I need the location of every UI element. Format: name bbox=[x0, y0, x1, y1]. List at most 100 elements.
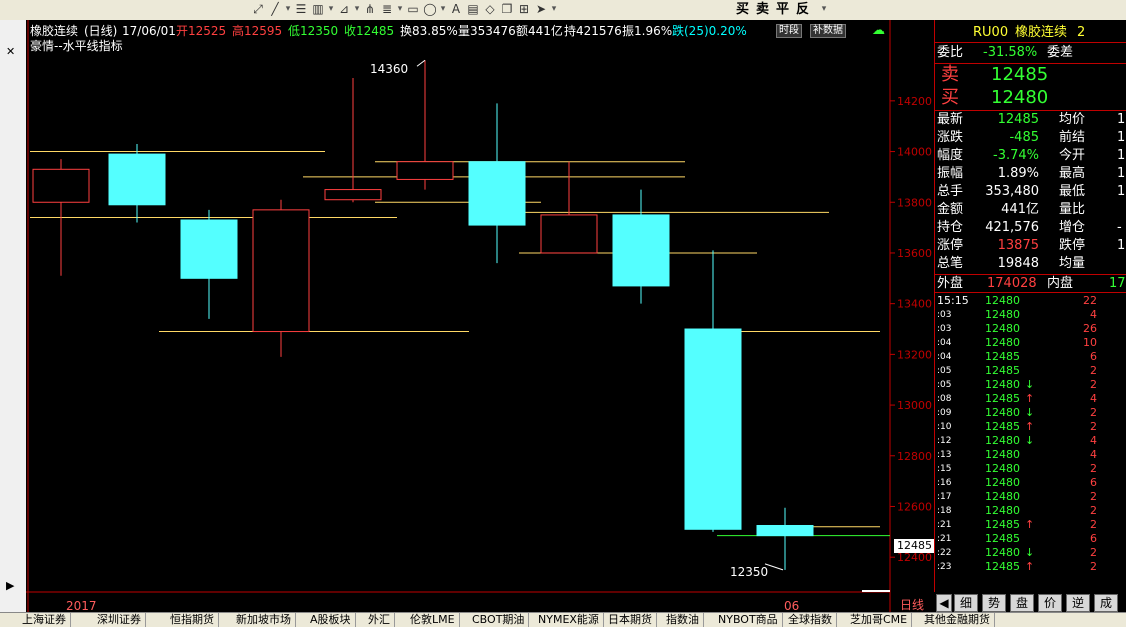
y-tick-label: 13400 bbox=[897, 298, 932, 311]
market-tab-12[interactable]: 全球指数 bbox=[784, 613, 837, 627]
tick-arrow-icon: ↓ bbox=[1025, 378, 1035, 391]
line-icon[interactable]: ╱ bbox=[267, 1, 283, 17]
supplement-data-button[interactable]: 补数据 bbox=[810, 24, 846, 38]
quote-row-label-2: 均量 bbox=[1059, 256, 1086, 271]
quote-row-value: -485 bbox=[1009, 130, 1039, 145]
quote-row-value-2: 1 bbox=[1117, 112, 1126, 127]
market-tab-11[interactable]: NYBOT商品 bbox=[714, 613, 783, 627]
quote-name: 橡胶连续 bbox=[1015, 25, 1068, 40]
quote-row-label: 持仓 bbox=[937, 220, 964, 235]
trade-button-2[interactable]: 平 bbox=[776, 0, 789, 20]
market-tab-5[interactable]: 外汇 bbox=[364, 613, 395, 627]
close-icon[interactable]: ✕ bbox=[6, 46, 18, 58]
buy-label: 买 bbox=[941, 87, 959, 108]
outer-value: 174028 bbox=[987, 276, 1037, 291]
fib-icon[interactable]: ≣ bbox=[379, 1, 395, 17]
refresh-icon[interactable]: ☁ bbox=[872, 23, 885, 38]
market-tab-9[interactable]: 日本期货 bbox=[604, 613, 657, 627]
tick-arrow-icon: ↑ bbox=[1025, 518, 1035, 531]
quote-tab-5[interactable]: 成 bbox=[1094, 594, 1118, 612]
buy-price: 12480 bbox=[991, 87, 1049, 108]
tick-price: 12480 bbox=[985, 490, 1020, 503]
circle-icon[interactable]: ◯ bbox=[422, 1, 438, 17]
timeshare-button[interactable]: 时段 bbox=[776, 24, 802, 38]
indicator-name: 豪情--水平线指标 bbox=[30, 39, 123, 53]
tick-volume: 4 bbox=[1090, 308, 1097, 321]
market-tab-2[interactable]: 恒指期货 bbox=[166, 613, 219, 627]
amplitude-value: 振1.96% bbox=[622, 24, 673, 38]
market-tab-6[interactable]: 伦敦LME bbox=[406, 613, 460, 627]
close-value: 收12485 bbox=[344, 24, 395, 38]
dropdown-arrow-icon[interactable]: ▾ bbox=[439, 2, 447, 16]
text-a-icon[interactable]: A bbox=[448, 1, 464, 17]
eraser-icon[interactable]: ◇ bbox=[482, 1, 498, 17]
tick-time: :08 bbox=[937, 394, 952, 404]
trade-button-0[interactable]: 买 bbox=[736, 0, 749, 20]
collapse-arrow-icon[interactable]: ▶ bbox=[6, 580, 18, 592]
left-strip: ✕ ▶ bbox=[0, 20, 27, 612]
market-tab-10[interactable]: 指数油 bbox=[662, 613, 704, 627]
quote-row-value: 353,480 bbox=[985, 184, 1039, 199]
dropdown-arrow-icon[interactable]: ▾ bbox=[550, 2, 558, 16]
copy-icon[interactable]: ❐ bbox=[499, 1, 515, 17]
toolbar-more-icon[interactable]: ▾ bbox=[820, 2, 828, 16]
tick-time: :12 bbox=[937, 436, 952, 446]
quote-row-label: 振幅 bbox=[937, 166, 964, 181]
tab-scroll-left-icon[interactable]: ◀ bbox=[936, 594, 952, 612]
y-tick-label: 13000 bbox=[897, 399, 932, 412]
candle-body bbox=[756, 524, 814, 537]
tick-volume: 6 bbox=[1090, 532, 1097, 545]
tick-time: :09 bbox=[937, 408, 952, 418]
trade-button-1[interactable]: 卖 bbox=[756, 0, 769, 20]
market-tab-8[interactable]: NYMEX能源 bbox=[534, 613, 604, 627]
market-tab-1[interactable]: 深圳证券 bbox=[93, 613, 146, 627]
level-icon[interactable]: ⊿ bbox=[336, 1, 352, 17]
market-tab-0[interactable]: 上海证券 bbox=[18, 613, 71, 627]
dropdown-arrow-icon[interactable]: ▾ bbox=[396, 2, 404, 16]
market-tab-4[interactable]: A股板块 bbox=[306, 613, 356, 627]
quote-tab-0[interactable]: 细 bbox=[954, 594, 978, 612]
tick-time: :23 bbox=[937, 562, 952, 572]
tick-time: :15 bbox=[937, 464, 952, 474]
trade-button-3[interactable]: 反 bbox=[796, 0, 809, 20]
dropdown-arrow-icon[interactable]: ▾ bbox=[353, 2, 361, 16]
market-tab-14[interactable]: 其他金融期货 bbox=[920, 613, 995, 627]
quote-tab-2[interactable]: 盘 bbox=[1010, 594, 1034, 612]
quote-row-value-2: 1 bbox=[1117, 148, 1126, 163]
market-tab-7[interactable]: CBOT期油 bbox=[468, 613, 530, 627]
tick-time: :21 bbox=[937, 534, 952, 544]
quote-tab-3[interactable]: 价 bbox=[1038, 594, 1062, 612]
grid-icon[interactable]: ⊞ bbox=[516, 1, 532, 17]
open-value: 开12525 bbox=[176, 24, 227, 38]
column-icon[interactable]: ▥ bbox=[310, 1, 326, 17]
tick-price: 12480 bbox=[985, 546, 1020, 559]
tick-time: :18 bbox=[937, 506, 952, 516]
quote-row-label: 总笔 bbox=[937, 256, 964, 271]
dropdown-arrow-icon[interactable]: ▾ bbox=[284, 2, 292, 16]
candle-body bbox=[396, 161, 454, 180]
arrow-icon[interactable]: ➤ bbox=[533, 1, 549, 17]
market-tab-3[interactable]: 新加坡市场 bbox=[232, 613, 296, 627]
volume-value: 量353476 bbox=[458, 24, 516, 38]
quote-tab-1[interactable]: 势 bbox=[982, 594, 1006, 612]
quote-row-value-2: 1 bbox=[1117, 130, 1126, 145]
quote-tab-4[interactable]: 逆 bbox=[1066, 594, 1090, 612]
market-tab-13[interactable]: 芝加哥CME bbox=[846, 613, 913, 627]
tick-time: 15:15 bbox=[937, 294, 969, 307]
kline-chart[interactable]: 14200 14000 13800 13600 13400 13200 13000 12800… bbox=[26, 20, 937, 613]
text-icon[interactable]: ☰ bbox=[293, 1, 309, 17]
tick-price: 12480 bbox=[985, 294, 1020, 307]
amount-value: 额441亿 bbox=[516, 24, 563, 38]
tick-volume: 4 bbox=[1090, 392, 1097, 405]
quote-row-label: 幅度 bbox=[937, 148, 964, 163]
sell-price: 12485 bbox=[991, 64, 1049, 85]
candle-body bbox=[612, 214, 670, 287]
dropdown-arrow-icon[interactable]: ▾ bbox=[327, 2, 335, 16]
fork-icon[interactable]: ⋔ bbox=[362, 1, 378, 17]
cursor-icon[interactable]: ⤢ bbox=[250, 1, 266, 17]
change-value: 跌(25)0.20% bbox=[672, 24, 747, 38]
doc-icon[interactable]: ▤ bbox=[465, 1, 481, 17]
tick-volume: 2 bbox=[1090, 364, 1097, 377]
rect-icon[interactable]: ▭ bbox=[405, 1, 421, 17]
tick-volume: 6 bbox=[1090, 350, 1097, 363]
